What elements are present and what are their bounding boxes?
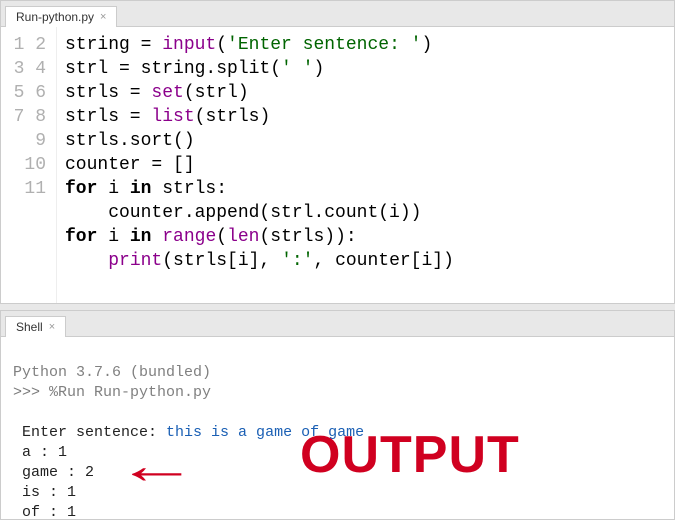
shell-user-input: this is a game of game bbox=[166, 424, 364, 441]
code-token: range bbox=[162, 227, 216, 247]
shell-pane: Shell × Python 3.7.6 (bundled) >>> %Run … bbox=[0, 310, 675, 520]
code-token: i bbox=[97, 227, 129, 247]
shell-banner: Python 3.7.6 (bundled) bbox=[13, 364, 211, 381]
code-token: counter = [] bbox=[65, 155, 195, 175]
code-token bbox=[65, 251, 108, 271]
code-token: len bbox=[227, 227, 259, 247]
shell-tab-bar: Shell × bbox=[1, 311, 674, 337]
code-token: for bbox=[65, 179, 97, 199]
code-token: strls = bbox=[65, 107, 151, 127]
code-token: ) bbox=[313, 59, 324, 79]
editor-tab-label: Run-python.py bbox=[16, 10, 94, 24]
code-token: (strl) bbox=[184, 83, 249, 103]
code-token: ':' bbox=[281, 251, 313, 271]
code-token: 'Enter sentence: ' bbox=[227, 35, 421, 55]
code-token: ( bbox=[216, 227, 227, 247]
code-token: ) bbox=[421, 35, 432, 55]
close-icon[interactable]: × bbox=[49, 321, 55, 333]
code-token: (strls[i], bbox=[162, 251, 281, 271]
editor-tab-bar: Run-python.py × bbox=[1, 1, 674, 27]
code-token: ' ' bbox=[281, 59, 313, 79]
code-token: print bbox=[108, 251, 162, 271]
code-token: in bbox=[130, 227, 152, 247]
shell-output: a : 1 game : 2 is : 1 of : 1 this : 1 bbox=[13, 444, 94, 519]
code-token: for bbox=[65, 227, 97, 247]
shell-input-prompt: Enter sentence: bbox=[22, 424, 166, 441]
code-token: (strls)): bbox=[259, 227, 356, 247]
code-token: strls: bbox=[151, 179, 227, 199]
code-token: in bbox=[130, 179, 152, 199]
shell-tab[interactable]: Shell × bbox=[5, 316, 66, 337]
code-token: ( bbox=[216, 35, 227, 55]
code-token: strls.sort() bbox=[65, 131, 195, 151]
shell-tab-label: Shell bbox=[16, 320, 43, 334]
code-token: string = bbox=[65, 35, 162, 55]
code-token: , counter[i]) bbox=[313, 251, 453, 271]
close-icon[interactable]: × bbox=[100, 11, 106, 23]
shell-run-command: %Run Run-python.py bbox=[49, 384, 211, 401]
shell-prompt: >>> bbox=[13, 384, 40, 401]
code-token: strls = bbox=[65, 83, 151, 103]
code-token: list bbox=[151, 107, 194, 127]
editor-pane: Run-python.py × 1 2 3 4 5 6 7 8 9 10 11 … bbox=[0, 0, 675, 304]
code-content[interactable]: string = input('Enter sentence: ') strl … bbox=[57, 27, 674, 303]
line-number-gutter: 1 2 3 4 5 6 7 8 9 10 11 bbox=[1, 27, 57, 303]
code-area[interactable]: 1 2 3 4 5 6 7 8 9 10 11 string = input('… bbox=[1, 27, 674, 303]
code-token: (strls) bbox=[195, 107, 271, 127]
editor-tab[interactable]: Run-python.py × bbox=[5, 6, 117, 27]
code-token: i bbox=[97, 179, 129, 199]
code-token bbox=[151, 227, 162, 247]
code-token: counter.append(strl.count(i)) bbox=[65, 203, 421, 223]
code-token: strl = string.split( bbox=[65, 59, 281, 79]
code-token: input bbox=[162, 35, 216, 55]
shell-body[interactable]: Python 3.7.6 (bundled) >>> %Run Run-pyth… bbox=[1, 337, 674, 519]
code-token: set bbox=[151, 83, 183, 103]
